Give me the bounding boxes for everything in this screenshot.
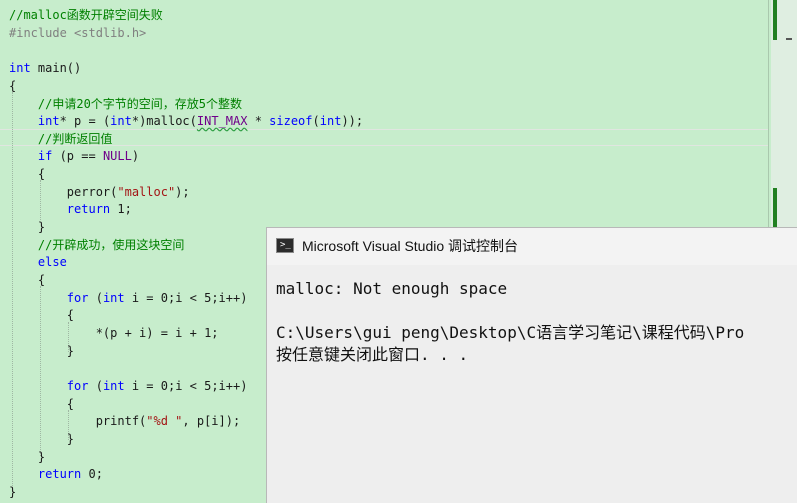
code-line[interactable]: {: [9, 395, 74, 413]
code-text: return 0;: [37, 467, 103, 481]
code-text: {: [9, 308, 75, 322]
code-text: int main(): [9, 61, 82, 75]
code-line[interactable]: return 0;: [9, 465, 103, 483]
code-text: }: [9, 432, 75, 446]
code-text: printf("%d ", p[i]);: [9, 414, 241, 428]
code-line[interactable]: else: [9, 253, 67, 271]
code-line[interactable]: //申请20个字节的空间，存放5个整数: [9, 95, 242, 113]
code-text: if (p == NULL): [37, 149, 140, 163]
code-line[interactable]: int* p = (int*)malloc(INT_MAX * sizeof(i…: [9, 112, 363, 130]
code-line[interactable]: }: [9, 342, 74, 360]
current-line-highlight: [0, 129, 769, 146]
console-title-bar[interactable]: >_ Microsoft Visual Studio 调试控制台: [267, 228, 797, 265]
include-directive: #include <stdlib.h>: [9, 26, 147, 40]
code-line[interactable]: }: [9, 448, 45, 466]
code-line[interactable]: {: [9, 271, 45, 289]
code-text: {: [9, 397, 75, 411]
code-line[interactable]: {: [9, 165, 45, 183]
code-line[interactable]: *(p + i) = i + 1;: [9, 324, 219, 342]
code-text: }: [9, 485, 17, 499]
code-line[interactable]: //malloc函数开辟空间失败: [9, 6, 163, 24]
code-line[interactable]: return 1;: [9, 200, 132, 218]
code-comment: //申请20个字节的空间，存放5个整数: [9, 97, 243, 111]
code-text: }: [9, 450, 46, 464]
code-line[interactable]: //开辟成功，使用这块空间: [9, 236, 184, 254]
code-line[interactable]: if (p == NULL): [9, 147, 139, 165]
code-comment: //malloc函数开辟空间失败: [9, 8, 163, 22]
code-text: for (int i = 0;i < 5;i++): [66, 291, 248, 305]
code-text: }: [9, 220, 46, 234]
code-text: {: [9, 273, 46, 287]
scrollbar-change-marker: [773, 0, 777, 40]
code-line[interactable]: for (int i = 0;i < 5;i++): [9, 289, 248, 307]
scrollbar-change-marker: [773, 188, 777, 228]
console-title: Microsoft Visual Studio 调试控制台: [302, 238, 519, 254]
debug-console-window[interactable]: >_ Microsoft Visual Studio 调试控制台 malloc:…: [266, 227, 797, 503]
code-line[interactable]: //判断返回值: [9, 130, 112, 148]
code-text: {: [9, 79, 17, 93]
code-line[interactable]: for (int i = 0;i < 5;i++): [9, 377, 248, 395]
code-comment: //判断返回值: [9, 132, 113, 146]
code-line[interactable]: {: [9, 306, 74, 324]
code-text: perror("malloc");: [9, 185, 190, 199]
console-output[interactable]: malloc: Not enough space C:\Users\gui pe…: [267, 265, 797, 503]
code-keyword: else: [9, 255, 67, 269]
code-text: return 1;: [66, 202, 132, 216]
code-line[interactable]: }: [9, 483, 16, 501]
code-comment: //开辟成功，使用这块空间: [9, 238, 185, 252]
code-line[interactable]: {: [9, 77, 16, 95]
console-output-line: malloc: Not enough space: [276, 279, 508, 298]
code-line[interactable]: }: [9, 430, 74, 448]
code-line[interactable]: perror("malloc");: [9, 183, 190, 201]
code-line[interactable]: printf("%d ", p[i]);: [9, 412, 241, 430]
code-text: {: [9, 167, 46, 181]
code-text: *(p + i) = i + 1;: [9, 326, 219, 340]
code-line[interactable]: }: [9, 218, 45, 236]
scrollbar-position-tick: [786, 38, 792, 40]
code-line[interactable]: int main(): [9, 59, 81, 77]
code-text: int* p = (int*)malloc(INT_MAX * sizeof(i…: [37, 114, 364, 128]
code-text: for (int i = 0;i < 5;i++): [66, 379, 248, 393]
console-output-line: 按任意键关闭此窗口. . .: [276, 345, 469, 364]
console-window-icon: >_: [276, 238, 294, 253]
code-line[interactable]: #include <stdlib.h>: [9, 24, 146, 42]
console-output-line: C:\Users\gui peng\Desktop\C语言学习笔记\课程代码\P…: [276, 323, 745, 342]
code-text: }: [9, 344, 75, 358]
